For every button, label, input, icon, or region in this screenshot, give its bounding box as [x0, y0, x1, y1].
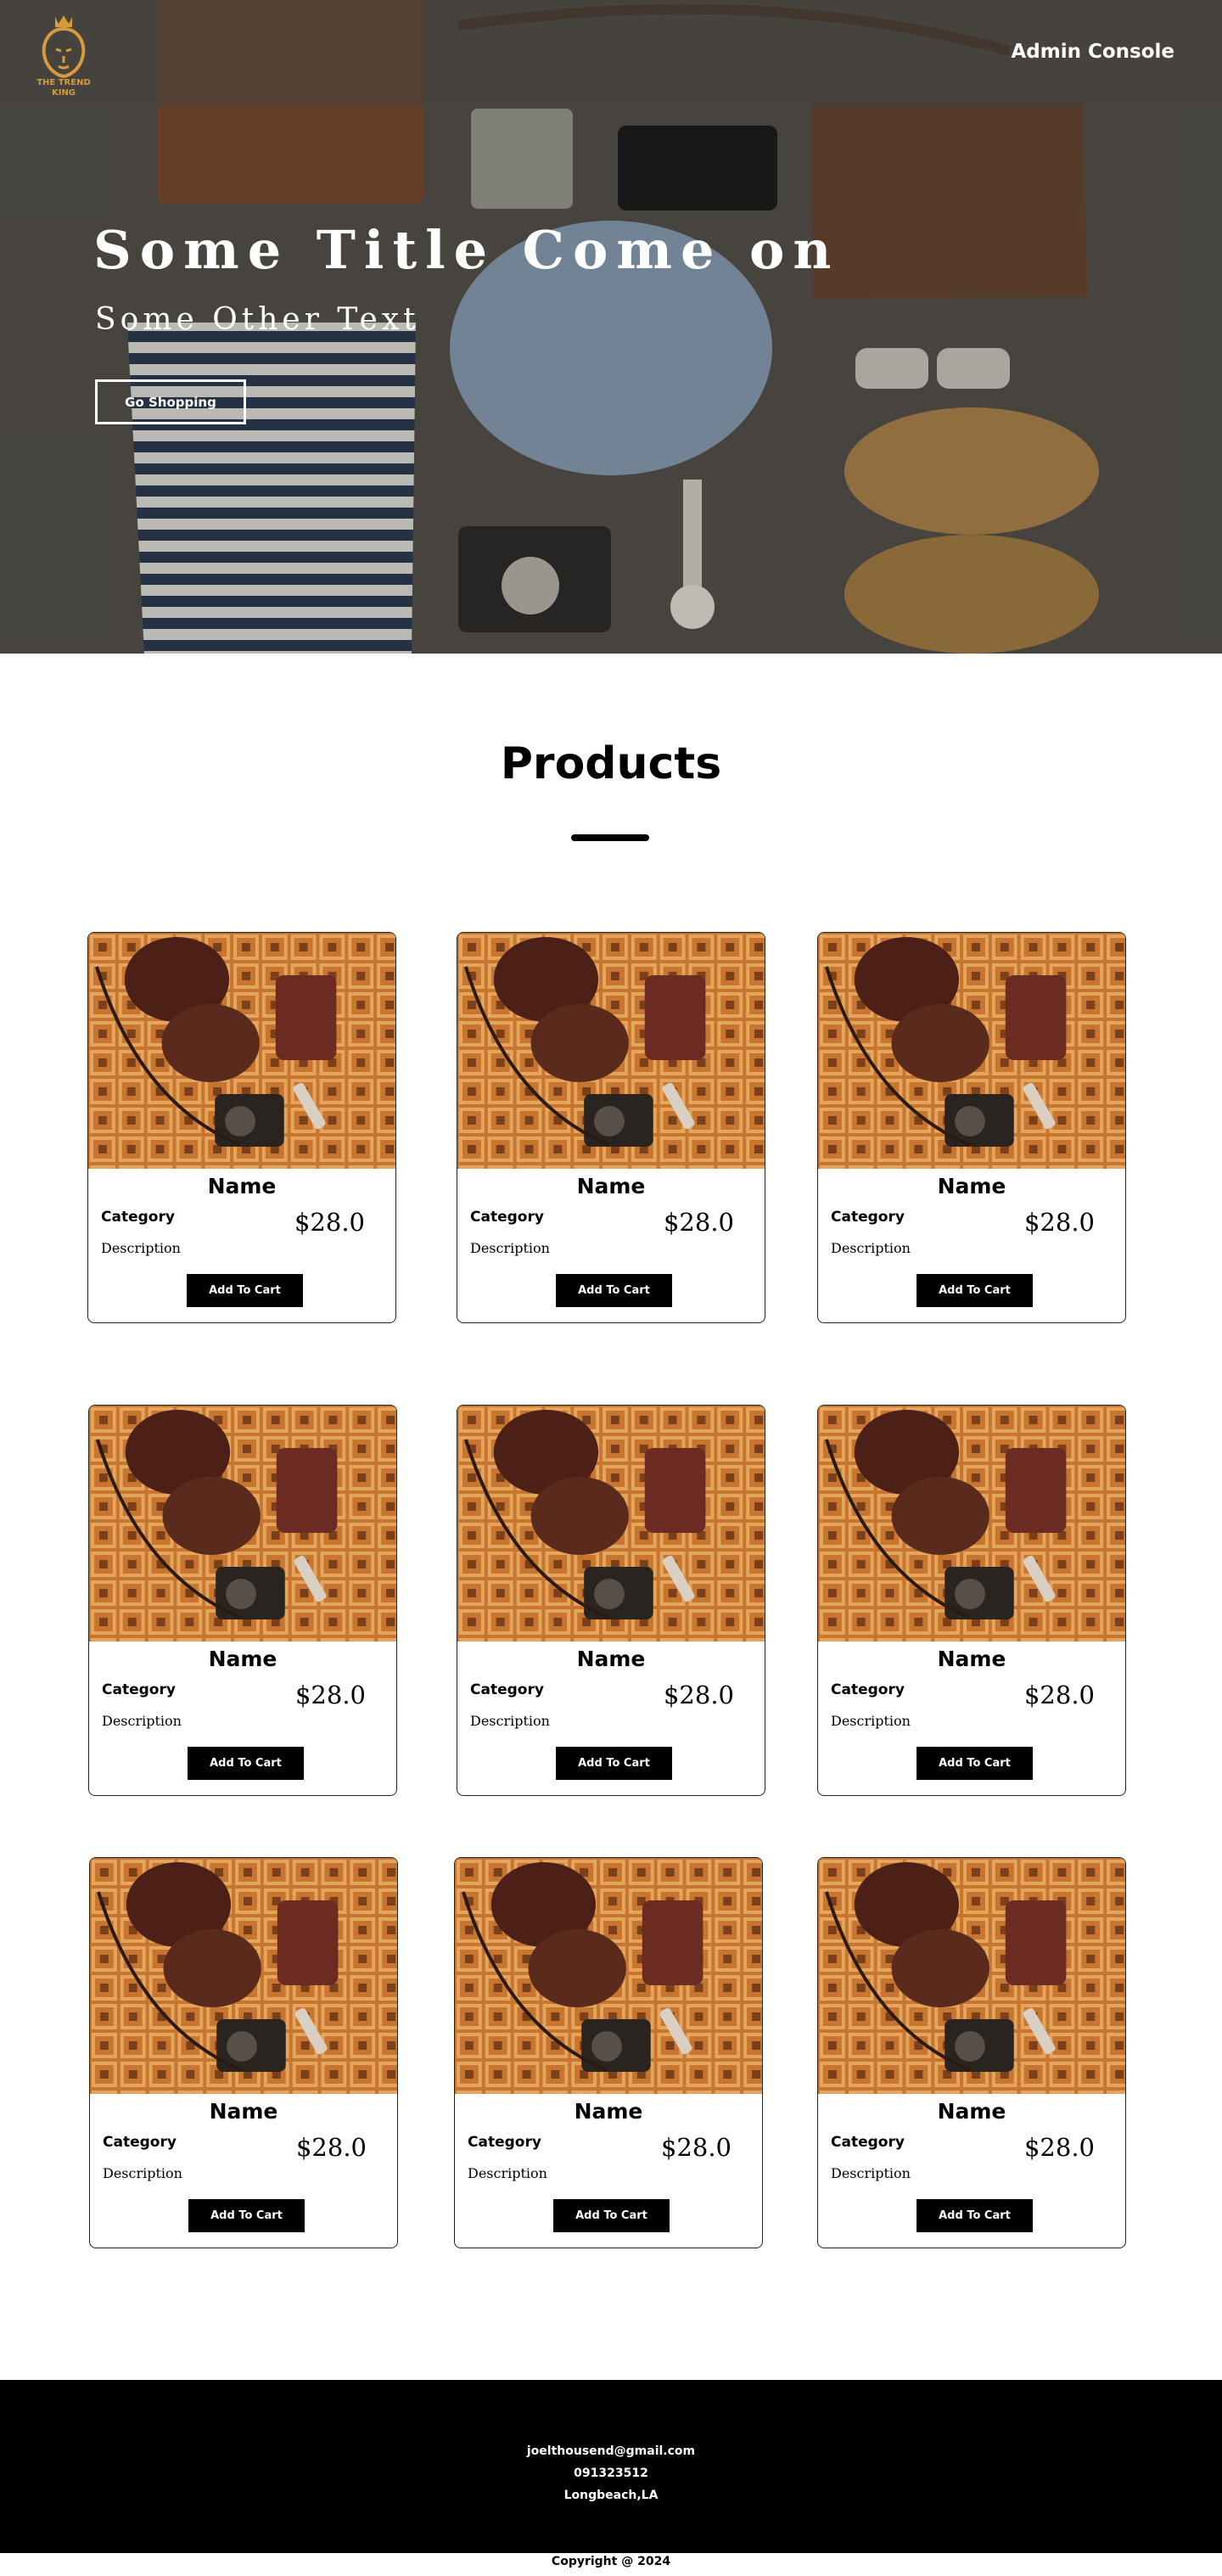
product-price: $28.0 — [660, 2133, 732, 2162]
product-description: Description — [470, 1240, 550, 1256]
add-to-cart-button[interactable]: Add To Cart — [556, 1274, 672, 1307]
add-to-cart-button[interactable]: Add To Cart — [916, 1747, 1033, 1780]
add-to-cart-button[interactable]: Add To Cart — [916, 1274, 1033, 1307]
product-price: $28.0 — [1023, 1681, 1095, 1709]
product-image[interactable] — [89, 1406, 396, 1642]
footer: joelthousend@gmail.com 091323512 Longbea… — [0, 2380, 1222, 2553]
hero-banner: THE TREND KING Admin Console Some Title … — [0, 0, 1222, 654]
product-image[interactable] — [818, 933, 1125, 1169]
product-price: $28.0 — [1023, 1208, 1095, 1237]
product-description: Description — [103, 2165, 182, 2181]
product-image[interactable] — [818, 1406, 1125, 1642]
brand-name: THE TREND KING — [25, 78, 102, 98]
add-to-cart-button[interactable]: Add To Cart — [188, 2199, 305, 2232]
product-category: Category — [468, 2134, 541, 2151]
product-description: Description — [831, 2165, 911, 2181]
product-description: Description — [831, 1240, 911, 1256]
product-category: Category — [831, 1681, 905, 1698]
product-price: $28.0 — [294, 1681, 366, 1709]
product-image[interactable] — [818, 1858, 1125, 2094]
product-image[interactable] — [455, 1858, 762, 2094]
product-image[interactable] — [90, 1858, 397, 2094]
product-image[interactable] — [88, 933, 395, 1169]
product-price: $28.0 — [663, 1681, 734, 1709]
product-card: Name Category $28.0 Description Add To C… — [87, 932, 396, 1323]
product-name[interactable]: Name — [457, 1647, 765, 1671]
product-category: Category — [470, 1681, 544, 1698]
go-shopping-button[interactable]: Go Shopping — [95, 379, 246, 424]
product-category: Category — [470, 1209, 544, 1226]
product-card: Name Category $28.0 Description Add To C… — [454, 1857, 763, 2248]
copyright-text: Copyright @ 2024 — [551, 2555, 671, 2568]
lion-crown-icon — [42, 15, 86, 79]
product-name[interactable]: Name — [89, 1647, 396, 1671]
product-card: Name Category $28.0 Description Add To C… — [88, 1405, 397, 1796]
product-name[interactable]: Name — [818, 2099, 1125, 2124]
hero-subtitle: Some Other Text — [95, 302, 420, 337]
product-price: $28.0 — [663, 1208, 734, 1237]
product-card: Name Category $28.0 Description Add To C… — [817, 932, 1126, 1323]
footer-email[interactable]: joelthousend@gmail.com — [0, 2444, 1222, 2458]
product-category: Category — [103, 2134, 177, 2151]
brand-name-line1: THE TREND — [36, 78, 91, 87]
footer-phone: 091323512 — [574, 2467, 648, 2480]
brand-name-line2: KING — [51, 88, 76, 98]
top-navbar: THE TREND KING Admin Console — [0, 0, 1222, 107]
brand-logo[interactable]: THE TREND KING — [25, 12, 102, 100]
product-description: Description — [102, 1713, 182, 1729]
product-category: Category — [831, 1209, 905, 1226]
product-name[interactable]: Name — [457, 1174, 765, 1198]
hero-title: Some Title Come on — [93, 219, 840, 281]
product-category: Category — [102, 1681, 176, 1698]
product-name[interactable]: Name — [455, 2099, 762, 2124]
product-price: $28.0 — [1023, 2133, 1095, 2162]
product-category: Category — [101, 1209, 175, 1226]
products-heading: Products — [500, 738, 722, 789]
heading-divider — [571, 834, 649, 841]
footer-location: Longbeach,LA — [563, 2489, 659, 2502]
product-card: Name Category $28.0 Description Add To C… — [817, 1857, 1126, 2248]
admin-console-link[interactable]: Admin Console — [1011, 41, 1174, 63]
product-price: $28.0 — [294, 1208, 365, 1237]
product-image[interactable] — [457, 1406, 765, 1642]
product-card: Name Category $28.0 Description Add To C… — [457, 1405, 765, 1796]
product-description: Description — [470, 1713, 550, 1729]
product-name[interactable]: Name — [90, 2099, 397, 2124]
product-name[interactable]: Name — [818, 1647, 1125, 1671]
product-description: Description — [468, 2165, 547, 2181]
product-description: Description — [101, 1240, 181, 1256]
product-card: Name Category $28.0 Description Add To C… — [457, 932, 765, 1323]
product-card: Name Category $28.0 Description Add To C… — [89, 1857, 398, 2248]
add-to-cart-button[interactable]: Add To Cart — [556, 1747, 672, 1780]
add-to-cart-button[interactable]: Add To Cart — [187, 1274, 303, 1307]
product-category: Category — [831, 2134, 905, 2151]
product-name[interactable]: Name — [88, 1174, 395, 1198]
product-name[interactable]: Name — [818, 1174, 1125, 1198]
add-to-cart-button[interactable]: Add To Cart — [188, 1747, 304, 1780]
add-to-cart-button[interactable]: Add To Cart — [916, 2199, 1033, 2232]
product-price: $28.0 — [295, 2133, 367, 2162]
add-to-cart-button[interactable]: Add To Cart — [553, 2199, 670, 2232]
product-description: Description — [831, 1713, 911, 1729]
product-card: Name Category $28.0 Description Add To C… — [817, 1405, 1126, 1796]
product-image[interactable] — [457, 933, 765, 1169]
